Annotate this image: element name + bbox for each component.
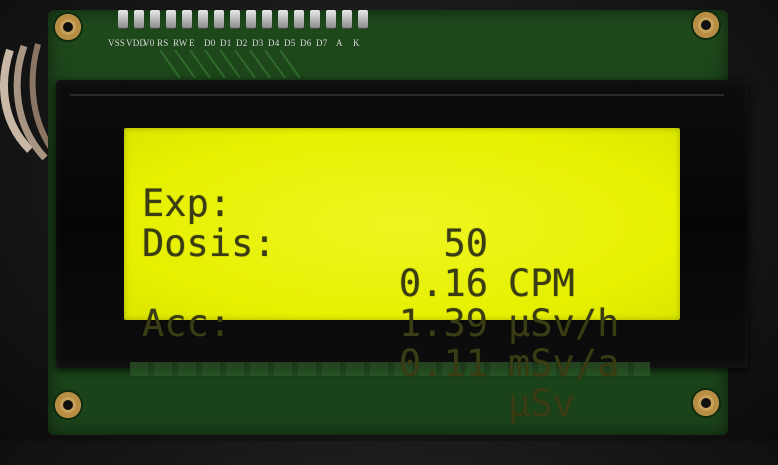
pin-header [118, 10, 390, 32]
pin-label: VSS [108, 38, 126, 48]
mounting-hole-top-right [693, 12, 719, 38]
pin-label: D4 [268, 38, 280, 48]
lcd-row: 1.39 mSv/a [142, 224, 672, 384]
row-unit: mSv/a [508, 342, 620, 385]
pin-label: RW [173, 38, 188, 48]
pcb-traces [159, 50, 301, 79]
pin [118, 10, 128, 28]
pin-label: E [189, 38, 195, 48]
mounting-hole-bottom-left [55, 392, 81, 418]
pin [310, 10, 320, 28]
pin [278, 10, 288, 28]
row-label: Acc: [142, 302, 232, 345]
row-value: 1.39 [398, 302, 488, 345]
lcd-row: Dosis: 0.16 µSv/h [142, 184, 672, 344]
mounting-hole-bottom-right [693, 390, 719, 416]
pin [198, 10, 208, 28]
pin [246, 10, 256, 28]
pin [294, 10, 304, 28]
pin [214, 10, 224, 28]
pin-label: D1 [220, 38, 232, 48]
pin-label: A [336, 38, 343, 48]
bezel-edge [70, 94, 724, 96]
pin [150, 10, 160, 28]
pin [262, 10, 272, 28]
row-value: 0.11 [398, 342, 488, 385]
pin [230, 10, 240, 28]
pin [326, 10, 336, 28]
pin-label: D5 [284, 38, 296, 48]
pin [134, 10, 144, 28]
pin-label: D6 [300, 38, 312, 48]
mounting-hole-top-left [55, 14, 81, 40]
row-unit: µSv [508, 382, 575, 425]
pin-label: D7 [316, 38, 328, 48]
pin-label: RS [157, 38, 169, 48]
lcd-screen: Exp: 50 CPM Dosis: 0.16 µSv/h 1.39 mSv/a… [124, 128, 680, 424]
lcd-row: Exp: 50 CPM [142, 144, 672, 304]
row-unit: µSv/h [508, 302, 620, 345]
pin-label: V0 [143, 38, 155, 48]
pin-label: D3 [252, 38, 264, 48]
pin [358, 10, 368, 28]
pin-label: VDD [126, 38, 147, 48]
pin-label: K [353, 38, 360, 48]
pin [342, 10, 352, 28]
lcd-row: Acc: 0.11 µSv [142, 264, 672, 424]
pin [182, 10, 192, 28]
pin-labels: VSS VDD V0 RS RW E D0 D1 D2 D3 D4 D5 D6 … [108, 38, 365, 48]
pin-label: D2 [236, 38, 248, 48]
pin [166, 10, 176, 28]
pin-label: D0 [204, 38, 216, 48]
